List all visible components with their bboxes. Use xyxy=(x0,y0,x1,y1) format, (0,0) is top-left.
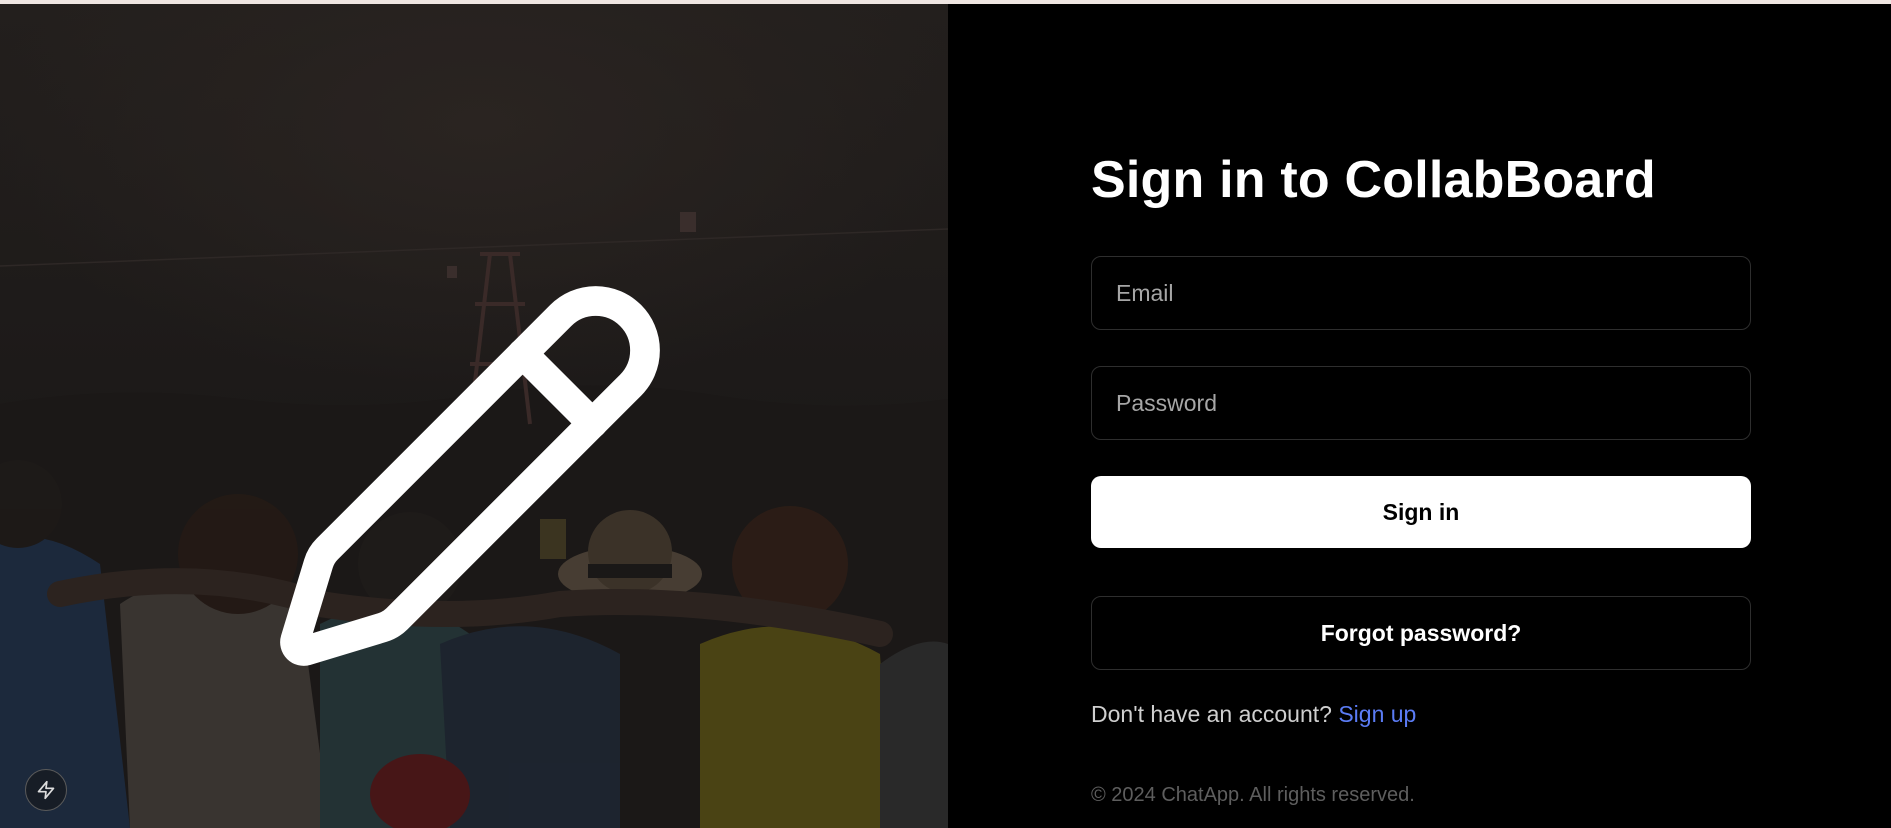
lightning-icon xyxy=(37,780,55,800)
signup-link[interactable]: Sign up xyxy=(1338,701,1416,727)
signin-panel: Sign in to CollabBoard Sign in Forgot pa… xyxy=(948,4,1891,828)
password-field[interactable] xyxy=(1091,366,1751,440)
pencil-icon xyxy=(280,286,660,666)
page-title: Sign in to CollabBoard xyxy=(1091,151,1656,209)
hero-image-panel xyxy=(0,4,948,828)
signup-prompt: Don't have an account? Sign up xyxy=(1091,701,1416,728)
signup-prompt-text: Don't have an account? xyxy=(1091,701,1332,727)
signin-button[interactable]: Sign in xyxy=(1091,476,1751,548)
lightning-button[interactable] xyxy=(25,769,67,811)
email-field[interactable] xyxy=(1091,256,1751,330)
forgot-password-button[interactable]: Forgot password? xyxy=(1091,596,1751,670)
copyright-text: © 2024 ChatApp. All rights reserved. xyxy=(1091,784,1415,806)
